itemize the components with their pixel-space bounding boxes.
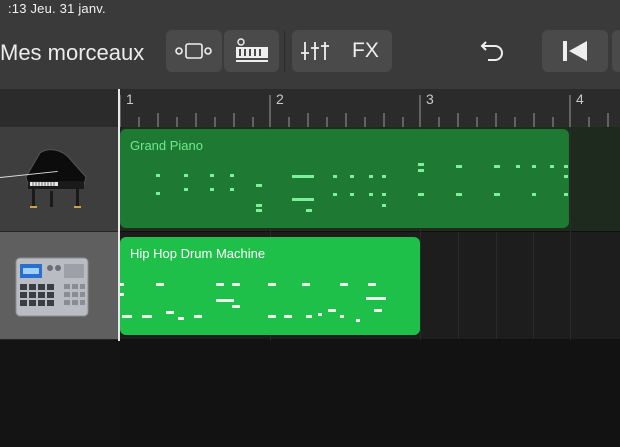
- drum-hit: [356, 319, 360, 322]
- midi-note: [456, 193, 462, 196]
- drum-hit: [216, 283, 224, 286]
- beat-gridline: [533, 232, 534, 339]
- midi-note: [418, 193, 424, 196]
- drum-hit: [306, 315, 312, 318]
- midi-note: [516, 165, 520, 168]
- region-grand-piano[interactable]: Grand Piano: [120, 129, 569, 228]
- midi-note: [292, 175, 314, 178]
- midi-note: [369, 193, 373, 196]
- midi-note: [350, 175, 354, 178]
- midi-note: [418, 163, 424, 166]
- midi-note: [333, 193, 337, 196]
- playhead[interactable]: [118, 89, 120, 341]
- track-header-grand-piano[interactable]: [0, 127, 120, 232]
- drum-hit: [120, 293, 124, 296]
- status-bar: :13 Jeu. 31 janv.: [0, 0, 620, 20]
- bar-number-3: 3: [426, 91, 434, 107]
- toolbar-separator: [284, 30, 285, 72]
- beat-gridline: [458, 232, 459, 339]
- midi-note: [382, 193, 386, 196]
- empty-track-area[interactable]: [120, 340, 620, 447]
- midi-note: [418, 169, 424, 172]
- drum-hit: [156, 283, 164, 286]
- view-toggle-icon: [175, 42, 213, 60]
- drum-hit: [232, 283, 240, 286]
- drum-hit: [122, 315, 132, 318]
- midi-note: [532, 165, 536, 168]
- mixer-fx-button[interactable]: FX: [292, 30, 392, 72]
- midi-note: [306, 209, 312, 212]
- drum-hit: [302, 283, 310, 286]
- midi-note: [230, 174, 234, 177]
- go-to-start-button[interactable]: [542, 30, 608, 72]
- fx-label: FX: [352, 39, 379, 62]
- midi-note: [382, 204, 386, 207]
- midi-note: [210, 174, 214, 177]
- midi-note: [184, 188, 188, 191]
- grand-piano-icon: [18, 147, 92, 211]
- drum-hit: [328, 309, 336, 312]
- midi-note: [256, 209, 262, 212]
- drum-hit: [216, 299, 234, 302]
- midi-note: [256, 184, 262, 187]
- midi-note: [494, 165, 500, 168]
- view-toggle-button[interactable]: [166, 30, 222, 72]
- drum-hit: [166, 311, 174, 314]
- play-button[interactable]: [612, 30, 620, 72]
- status-time-date: :13 Jeu. 31 janv.: [8, 1, 106, 16]
- bar-number-4: 4: [576, 91, 584, 107]
- midi-note: [156, 174, 160, 177]
- midi-note: [292, 198, 314, 201]
- midi-note: [210, 188, 214, 191]
- drum-hit: [268, 283, 276, 286]
- bar-number-1: 1: [126, 91, 134, 107]
- undo-icon[interactable]: [480, 38, 506, 64]
- midi-note: [382, 175, 386, 178]
- my-songs-link[interactable]: Mes morceaux: [0, 40, 144, 66]
- midi-note: [369, 175, 373, 178]
- midi-note: [230, 188, 234, 191]
- midi-note: [494, 193, 500, 196]
- drum-hit: [366, 297, 386, 300]
- midi-note: [532, 193, 536, 196]
- drum-hit: [340, 283, 348, 286]
- drum-hit: [284, 315, 292, 318]
- drum-hit: [368, 283, 376, 286]
- midi-note: [564, 175, 568, 178]
- beat-gridline: [496, 232, 497, 339]
- go-to-start-icon: [562, 40, 588, 62]
- drum-hit: [120, 283, 124, 286]
- midi-note: [456, 165, 462, 168]
- midi-note: [350, 193, 354, 196]
- drum-hit: [142, 315, 152, 318]
- track-view-icon: [233, 38, 271, 64]
- track-header-drum-machine[interactable]: [0, 232, 120, 340]
- midi-note: [333, 175, 337, 178]
- midi-note: [564, 193, 568, 196]
- ruler-ticks: [120, 95, 609, 127]
- drum-hit: [194, 315, 202, 318]
- bar-number-2: 2: [276, 91, 284, 107]
- drum-hit: [340, 315, 344, 318]
- mixer-icon: [300, 40, 330, 62]
- midi-note: [256, 204, 262, 207]
- bar-gridline: [570, 127, 571, 340]
- midi-note: [184, 174, 188, 177]
- track-view-button[interactable]: [224, 30, 279, 72]
- drum-hit: [178, 317, 184, 320]
- midi-note: [564, 165, 568, 168]
- midi-note: [550, 165, 554, 168]
- region-label: Grand Piano: [130, 138, 203, 153]
- drum-hit: [318, 313, 322, 316]
- drum-hit: [374, 309, 382, 312]
- drum-hit: [232, 305, 240, 308]
- drum-hit: [268, 315, 276, 318]
- region-hip-hop-drum-machine[interactable]: Hip Hop Drum Machine: [120, 237, 420, 335]
- drum-machine-icon: [14, 254, 92, 320]
- region-label: Hip Hop Drum Machine: [130, 246, 266, 261]
- midi-note: [156, 192, 160, 195]
